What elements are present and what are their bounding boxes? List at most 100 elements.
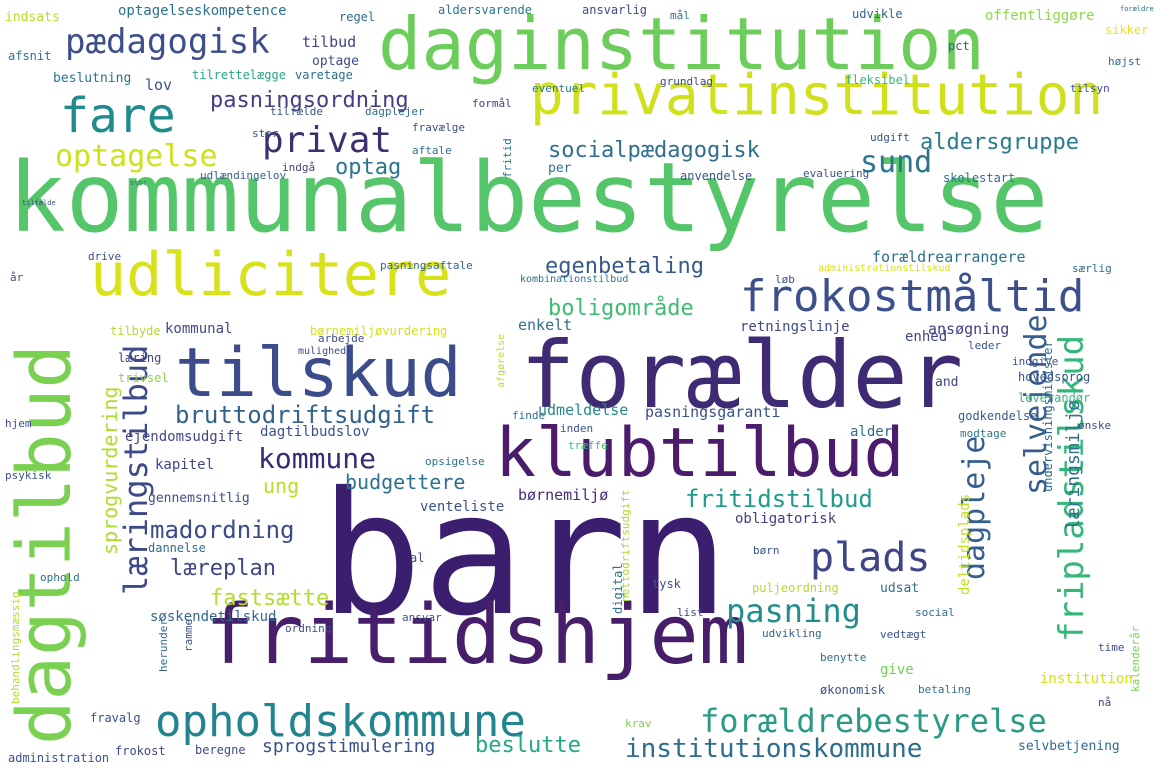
cloud-word: sikker (1105, 23, 1149, 37)
cloud-word: nettodriftsudgift (619, 489, 632, 602)
cloud-word: forældre (1120, 5, 1154, 13)
cloud-word: år (10, 271, 24, 284)
cloud-word: lov (145, 76, 173, 94)
cloud-word: pct (948, 39, 970, 53)
cloud-word: socialpædagogisk (548, 138, 760, 163)
cloud-word: fleksibel (845, 73, 911, 87)
cloud-word: regel (339, 10, 376, 24)
cloud-word: vedtægt (880, 628, 927, 641)
cloud-word: beregne (195, 743, 246, 757)
cloud-word: løb (775, 273, 795, 286)
cloud-word: udsat (880, 581, 920, 596)
cloud-word: administrationstilskud (818, 263, 951, 274)
cloud-word: sprogvurdering (98, 386, 122, 555)
cloud-word: pædagogisk (65, 22, 270, 62)
cloud-word: børn (753, 544, 780, 557)
cloud-word: klubtilbud (495, 414, 905, 493)
cloud-word: fritid (501, 138, 514, 178)
cloud-word: anvendelse (680, 169, 753, 183)
cloud-word: fastsætte (210, 586, 330, 611)
cloud-word: institution (1040, 671, 1133, 687)
cloud-word: hjem (5, 417, 32, 430)
cloud-word: drive (88, 250, 122, 263)
cloud-word: fravælge (412, 121, 465, 134)
cloud-word: udvikling (762, 627, 822, 640)
cloud-word: aftale (412, 144, 452, 157)
cloud-word: tilbyde (110, 324, 161, 338)
cloud-word: ung (263, 474, 300, 498)
cloud-word: udvikle (852, 7, 903, 21)
cloud-word: trivsel (118, 371, 169, 385)
cloud-word: tilsyn (1070, 82, 1110, 95)
word-cloud: barn kommunalbestyrelse forælder fritidshje… (0, 0, 1155, 770)
cloud-word: ønske (1078, 419, 1112, 432)
cloud-word: tilfælde (22, 199, 56, 207)
cloud-word: sprogstimulering (262, 736, 436, 757)
cloud-word: krav (625, 717, 652, 730)
cloud-word: optag (335, 155, 402, 180)
cloud-word: obligatorisk (735, 511, 837, 527)
cloud-word: evaluering (803, 167, 870, 180)
cloud-word: puljeordning (752, 581, 839, 595)
cloud-word: administration (8, 751, 110, 765)
cloud-word: aldersvarende (438, 3, 532, 17)
cloud-word: dagplejer (365, 105, 425, 118)
cloud-word: afsnit (8, 49, 52, 63)
cloud-word: kombinationstilbud (520, 274, 629, 285)
cloud-word: aldersgruppe (920, 130, 1079, 155)
cloud-word: mulighed (298, 346, 347, 357)
cloud-word: budgettere (345, 470, 466, 494)
cloud-word: time (1098, 641, 1125, 654)
cloud-word: betaling (918, 683, 971, 696)
cloud-word: deltidsplads (957, 493, 973, 595)
cloud-word: ansvar (402, 611, 442, 624)
cloud-word: skolestart (943, 171, 1016, 185)
cloud-word: kalenderår (1129, 625, 1142, 692)
cloud-word: venteliste (420, 499, 505, 515)
cloud-word: udgift (870, 131, 910, 144)
cloud-word: eventuel (532, 82, 585, 95)
cloud-word: al (410, 551, 425, 565)
cloud-word: pasningsgaranti (645, 403, 781, 421)
cloud-word: kommune (258, 442, 377, 475)
cloud-word: gennemsnitlig (148, 491, 250, 506)
cloud-word: plads (810, 535, 931, 581)
cloud-word: ramme (182, 618, 195, 652)
cloud-word: dannelse (148, 541, 206, 555)
cloud-word: særlig (1072, 262, 1112, 275)
cloud-word: højst (1108, 55, 1142, 68)
cloud-word: formål (472, 97, 512, 110)
cloud-word: leverandør (1018, 391, 1091, 405)
cloud-word: alder (850, 424, 893, 440)
cloud-word: give (880, 662, 914, 678)
cloud-word: læreplan (170, 556, 276, 581)
cloud-word: offentliggøre (985, 8, 1095, 24)
cloud-word: optagelse (55, 139, 218, 174)
cloud-word: økonomisk (820, 683, 886, 697)
cloud-word: frokost (115, 744, 166, 758)
cloud-word: indgå (282, 161, 316, 174)
cloud-word: indsats (5, 10, 60, 25)
cloud-word: fravalg (90, 711, 141, 725)
cloud-word: madordning (150, 516, 295, 544)
cloud-word: udlændingelov (200, 169, 287, 182)
cloud-word: grundlag (660, 75, 713, 88)
cloud-word: retningslinje (740, 319, 850, 335)
cloud-word: enhed (905, 329, 948, 345)
cloud-word: læring (118, 351, 162, 365)
cloud-word: per (548, 161, 572, 176)
cloud-word: enkelt (518, 316, 573, 334)
cloud-word: privat (262, 120, 393, 161)
cloud-word: pasning (726, 592, 861, 630)
cloud-word: tysk (652, 577, 681, 591)
cloud-word: benytte (820, 651, 867, 664)
cloud-word: nå (1098, 696, 1112, 709)
cloud-word: and (935, 375, 959, 390)
cloud-word: kapitel (155, 457, 215, 473)
cloud-word: tilrettelægge (192, 68, 286, 82)
cloud-word: udmeldelse (538, 401, 629, 419)
cloud-word: social (915, 606, 955, 619)
cloud-word: børnemiljø (518, 486, 609, 504)
cloud-word: beslutning (53, 71, 132, 86)
cloud-word: herunder (157, 619, 170, 672)
